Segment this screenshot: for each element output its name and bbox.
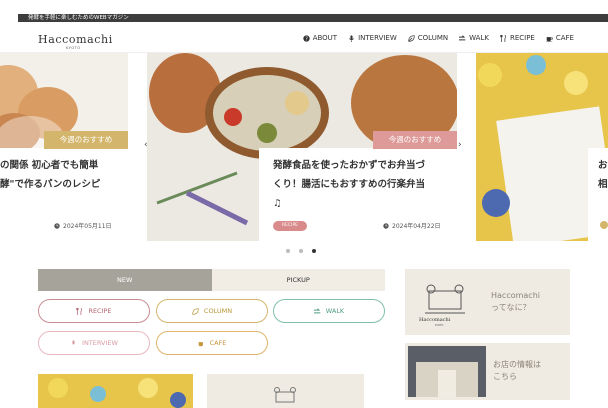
shop-info-card[interactable]: お店の情報は こちら xyxy=(405,343,570,400)
about-card-logo-sub: KYOTO xyxy=(435,324,444,327)
carousel-dots xyxy=(286,249,316,253)
category-label: WALK xyxy=(325,307,345,315)
utensils-icon xyxy=(500,34,506,42)
slide-tag-partial xyxy=(600,221,608,229)
slide-headline: の関係 初心者でも簡単 酵"で作るパンのレシピ xyxy=(0,160,101,190)
main-nav: ? ABOUT INTERVIEW COLUMN WALK RECIPE CAF… xyxy=(303,34,574,42)
category-column-button[interactable]: COLUMN xyxy=(156,299,268,323)
nav-label: INTERVIEW xyxy=(358,34,397,42)
leaf-icon xyxy=(192,307,199,315)
nav-label: CAFE xyxy=(555,34,574,42)
category-label: CAFE xyxy=(209,339,227,347)
carousel-dot[interactable] xyxy=(299,249,303,253)
nav-item-column[interactable]: COLUMN xyxy=(408,34,448,42)
tab-pickup[interactable]: PICKUP xyxy=(211,269,385,291)
nav-item-about[interactable]: ? ABOUT xyxy=(303,34,337,42)
walk-arrow-icon xyxy=(459,34,466,40)
nav-item-cafe[interactable]: CAFE xyxy=(545,34,574,42)
microphone-icon xyxy=(349,34,354,42)
article-thumbnail-logo[interactable] xyxy=(207,374,364,408)
category-cafe-button[interactable]: CAFE xyxy=(156,331,268,355)
about-card[interactable]: Haccomachi KYOTO Haccomachi ってなに？ xyxy=(405,269,570,335)
haccomachi-logo-illustration xyxy=(274,387,296,403)
carousel-dot[interactable] xyxy=(286,249,290,253)
tagline: 発酵を手軽に楽しむためのWEBマガジン xyxy=(28,15,129,21)
nav-item-walk[interactable]: WALK xyxy=(459,34,489,42)
slide-date: 2024年05月11日 xyxy=(54,221,112,230)
carousel-next-button[interactable]: › xyxy=(458,140,462,150)
slide-headline: お 相 xyxy=(598,160,608,190)
category-walk-button[interactable]: WALK xyxy=(273,299,385,323)
category-label: RECIPE xyxy=(88,307,112,315)
weekly-pick-badge: 今週のおすすめ xyxy=(44,131,128,149)
date-text: 2024年05月11日 xyxy=(63,223,112,230)
category-recipe-button[interactable]: RECIPE xyxy=(38,299,150,323)
site-logo[interactable]: Haccomachi xyxy=(38,33,113,46)
utensils-icon xyxy=(76,307,83,315)
coffee-cup-icon xyxy=(198,341,203,346)
coffee-cup-icon xyxy=(545,36,553,42)
carousel-prev-button[interactable]: ‹ xyxy=(144,140,148,150)
site-logo-sub: KYOTO xyxy=(66,46,81,50)
slide-date: 2024年04月22日 xyxy=(383,221,441,230)
nav-label: ABOUT xyxy=(312,34,338,42)
date-text: 2024年04月22日 xyxy=(392,223,441,230)
nav-label: RECIPE xyxy=(509,34,535,42)
about-card-text: Haccomachi ってなに？ xyxy=(491,291,540,312)
category-interview-button[interactable]: INTERVIEW xyxy=(38,331,150,355)
clock-icon xyxy=(383,222,389,229)
microphone-icon xyxy=(72,339,75,345)
carousel-dot-active[interactable] xyxy=(312,249,316,253)
question-circle-icon: ? xyxy=(303,34,310,42)
category-tag[interactable]: RECIPE xyxy=(273,221,307,231)
tab-new[interactable]: NEW xyxy=(38,269,212,291)
nav-label: COLUMN xyxy=(417,34,449,42)
shop-card-text: お店の情報は こちら xyxy=(493,360,541,381)
article-thumbnail[interactable] xyxy=(38,374,193,408)
flower-photo xyxy=(38,374,193,408)
clock-icon xyxy=(54,222,60,229)
article-tabs: NEW PICKUP xyxy=(38,269,385,291)
svg-text:?: ? xyxy=(305,36,308,42)
leaf-icon xyxy=(408,34,415,42)
slide-headline: 発酵食品を使ったおかずでお弁当づ くり！腸活にもおすすめの行楽弁当 ♫ xyxy=(273,160,426,209)
walk-arrow-icon xyxy=(313,307,321,313)
nav-item-recipe[interactable]: RECIPE xyxy=(500,34,535,42)
nav-label: WALK xyxy=(469,34,489,42)
category-label: COLUMN xyxy=(203,307,233,315)
shop-photo xyxy=(408,346,486,397)
about-card-logo: Haccomachi xyxy=(419,317,451,323)
category-label: INTERVIEW xyxy=(82,339,118,347)
weekly-pick-badge: 今週のおすすめ xyxy=(373,131,457,149)
nav-item-interview[interactable]: INTERVIEW xyxy=(348,34,397,42)
